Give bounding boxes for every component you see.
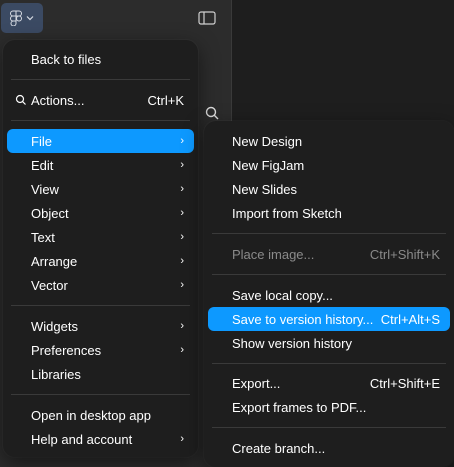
menu-item-label: File	[31, 133, 52, 149]
menu-item-label: Actions...	[31, 92, 85, 108]
menu-item-place-image: Place image... Ctrl+Shift+K	[208, 242, 450, 266]
menu-item-label: Import from Sketch	[232, 205, 342, 221]
sidebar-toggle-icon[interactable]	[195, 7, 219, 29]
chevron-right-icon: ›	[180, 279, 184, 291]
menu-separator	[11, 394, 190, 395]
search-icon	[15, 94, 26, 105]
menu-item-label: Widgets	[31, 318, 78, 334]
menu-item-save-to-version-history[interactable]: Save to version history... Ctrl+Alt+S	[208, 307, 450, 331]
chevron-right-icon: ›	[180, 159, 184, 171]
menu-separator	[212, 233, 446, 234]
chevron-right-icon: ›	[180, 320, 184, 332]
menu-item-label: Help and account	[31, 431, 133, 447]
chevron-right-icon: ›	[180, 255, 184, 267]
menu-item-create-branch[interactable]: Create branch...	[208, 436, 450, 460]
menu-item-label: New FigJam	[232, 157, 305, 173]
chevron-right-icon: ›	[180, 231, 184, 243]
menu-item-export[interactable]: Export... Ctrl+Shift+E	[208, 371, 450, 395]
menu-separator	[11, 79, 190, 80]
menu-item-edit[interactable]: Edit ›	[7, 153, 194, 177]
menu-item-label: Save to version history...	[232, 311, 374, 327]
menu-separator	[11, 305, 190, 306]
menu-item-libraries[interactable]: Libraries	[7, 362, 194, 386]
menu-separator	[212, 363, 446, 364]
menu-item-export-frames-to-pdf[interactable]: Export frames to PDF...	[208, 395, 450, 419]
menu-item-label: Text	[31, 229, 55, 245]
menu-item-import-from-sketch[interactable]: Import from Sketch	[208, 201, 450, 225]
menu-item-new-figjam[interactable]: New FigJam	[208, 153, 450, 177]
file-submenu: New Design New FigJam New Slides Import …	[204, 121, 454, 467]
menu-separator	[212, 274, 446, 275]
shortcut-text: Ctrl+Alt+S	[380, 311, 440, 327]
menu-item-text[interactable]: Text ›	[7, 225, 194, 249]
menu-separator	[11, 120, 190, 121]
figma-logo-icon	[10, 10, 22, 26]
menu-item-label: Libraries	[31, 366, 81, 382]
menu-item-label: Preferences	[31, 342, 102, 358]
menu-item-new-design[interactable]: New Design	[208, 129, 450, 153]
menu-item-label: Save local copy...	[232, 287, 333, 303]
menu-item-label: Object	[31, 205, 69, 221]
menu-item-label: View	[31, 181, 59, 197]
menu-item-label: Export...	[232, 375, 281, 391]
menu-separator	[212, 427, 446, 428]
menu-item-label: Vector	[31, 277, 68, 293]
menu-item-label: Create branch...	[232, 440, 326, 456]
menu-item-preferences[interactable]: Preferences ›	[7, 338, 194, 362]
menu-item-actions[interactable]: Actions... Ctrl+K	[7, 88, 194, 112]
menu-item-vector[interactable]: Vector ›	[7, 273, 194, 297]
menu-item-label: Open in desktop app	[31, 407, 151, 423]
menu-item-label: New Slides	[232, 181, 298, 197]
menu-item-back-to-files[interactable]: Back to files	[7, 47, 194, 71]
menu-item-label: Back to files	[31, 51, 102, 67]
chevron-right-icon: ›	[180, 207, 184, 219]
menu-item-label: Export frames to PDF...	[232, 399, 367, 415]
shortcut-text: Ctrl+K	[147, 92, 184, 108]
menu-item-show-version-history[interactable]: Show version history	[208, 331, 450, 355]
menu-item-label: Place image...	[232, 246, 315, 262]
menu-item-arrange[interactable]: Arrange ›	[7, 249, 194, 273]
menu-item-widgets[interactable]: Widgets ›	[7, 314, 194, 338]
shortcut-text: Ctrl+Shift+E	[369, 375, 440, 391]
menu-item-view[interactable]: View ›	[7, 177, 194, 201]
menu-item-save-local-copy[interactable]: Save local copy...	[208, 283, 450, 307]
menu-item-help-and-account[interactable]: Help and account ›	[7, 427, 194, 451]
menu-item-new-slides[interactable]: New Slides	[208, 177, 450, 201]
chevron-right-icon: ›	[180, 344, 184, 356]
menu-item-label: Arrange	[31, 253, 78, 269]
menu-item-label: Show version history	[232, 335, 352, 351]
chevron-right-icon: ›	[180, 135, 184, 147]
menu-item-label: New Design	[232, 133, 303, 149]
menu-item-open-desktop-app[interactable]: Open in desktop app	[7, 403, 194, 427]
main-menu: Back to files Actions... Ctrl+K File › E…	[3, 40, 198, 457]
chevron-right-icon: ›	[180, 433, 184, 445]
chevron-down-icon	[26, 16, 34, 21]
chevron-right-icon: ›	[180, 183, 184, 195]
menu-item-object[interactable]: Object ›	[7, 201, 194, 225]
menu-item-label: Edit	[31, 157, 54, 173]
menu-item-file[interactable]: File ›	[7, 129, 194, 153]
shortcut-text: Ctrl+Shift+K	[369, 246, 440, 262]
main-menu-button[interactable]	[1, 3, 43, 33]
